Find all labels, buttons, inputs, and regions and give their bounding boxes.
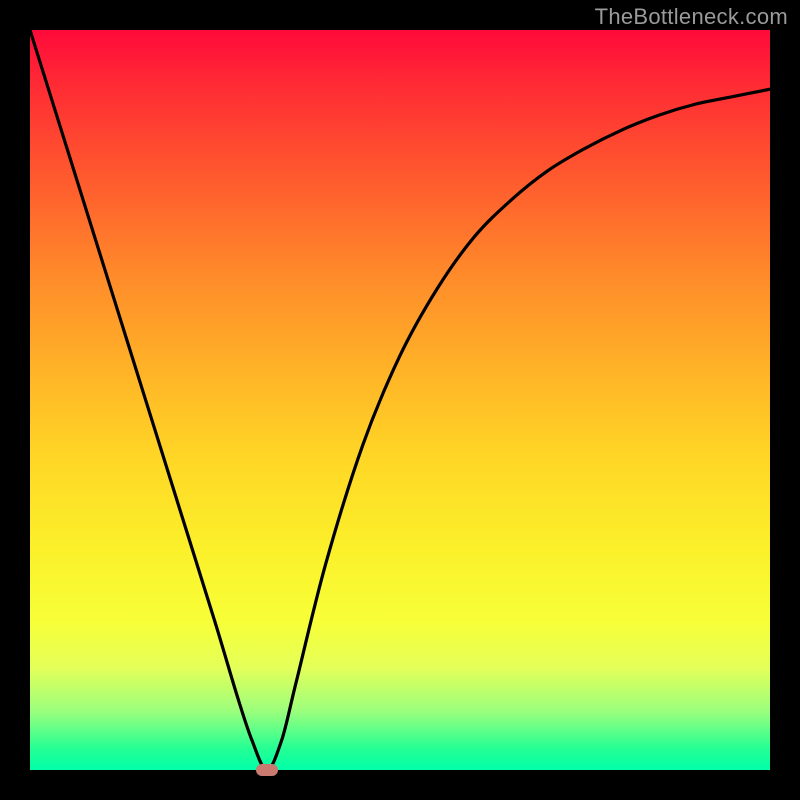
- watermark-text: TheBottleneck.com: [595, 4, 788, 30]
- chart-frame: TheBottleneck.com: [0, 0, 800, 800]
- bottleneck-curve: [30, 30, 770, 770]
- minimum-marker: [256, 764, 278, 776]
- plot-area: [30, 30, 770, 770]
- curve-path: [30, 30, 770, 770]
